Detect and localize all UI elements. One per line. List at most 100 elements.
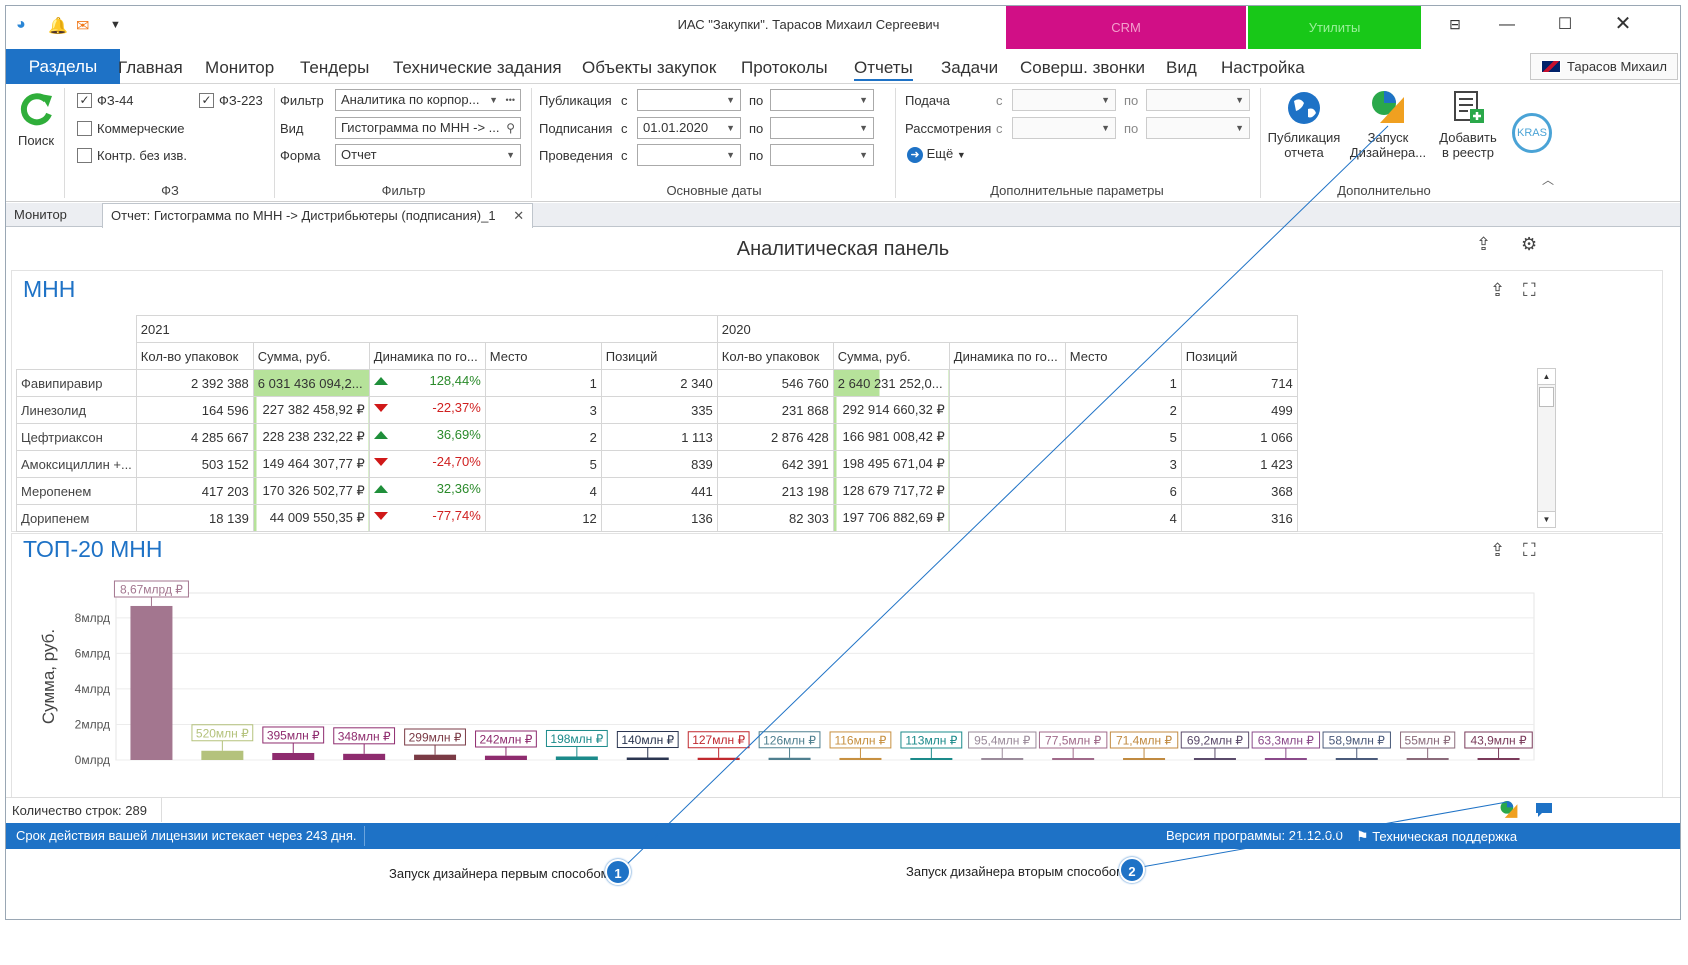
comment-icon[interactable] [1534,801,1554,819]
cell-sum-2021[interactable]: 149 464 307,77 ₽ [252,450,370,478]
cell-qty-2021[interactable]: 417 203 [135,477,254,505]
contr-checkbox[interactable] [77,148,92,163]
cell-sum-2021[interactable]: 227 382 458,92 ₽ [252,396,370,424]
add-to-registry-button[interactable]: Добавить в реестр [1432,89,1504,160]
publish-report-button[interactable]: Публикация отчета [1264,89,1344,160]
cell-qty-2021[interactable]: 503 152 [135,450,254,478]
col-sum-2021[interactable]: Сумма, руб. [252,342,370,370]
cell-qty-2020[interactable]: 231 868 [716,396,834,424]
col-sum-2020[interactable]: Сумма, руб. [832,342,950,370]
tab-monitor[interactable]: Монитор [6,203,75,227]
cell-sum-2020[interactable]: 2 640 231 252,0... [832,369,950,397]
quick-access-dropdown-icon[interactable]: ▼ [110,19,121,31]
hold-from-date[interactable]: ▼ [637,144,741,166]
row-header[interactable]: Цефтриаксон [16,423,137,451]
fz223-checkbox[interactable]: ✓ [199,93,214,108]
cell-qty-2020[interactable]: 642 391 [716,450,834,478]
cell-place-2021[interactable]: 2 [484,423,602,451]
table-row[interactable]: Амоксициллин +... 503 152 149 464 307,77 ₽… [16,450,1298,478]
cell-pos-2020[interactable]: 499 [1180,396,1298,424]
cell-dyn-2020[interactable] [948,477,1066,505]
cell-qty-2021[interactable]: 4 285 667 [135,423,254,451]
cell-qty-2020[interactable]: 82 303 [716,504,834,532]
row-header[interactable]: Фавипиравир [16,369,137,397]
sign-from-date[interactable]: 01.01.2020 ▼ [637,117,741,139]
cell-qty-2021[interactable]: 18 139 [135,504,254,532]
menu-tenders[interactable]: Тендеры [300,49,369,84]
cell-dyn-2021[interactable]: 32,36% [368,477,486,505]
cell-place-2020[interactable]: 2 [1064,396,1182,424]
cell-dyn-2021[interactable]: -22,37% [368,396,486,424]
col-qty-2021[interactable]: Кол-во упаковок [135,342,254,370]
form-combo[interactable]: Отчет ▼ [335,144,521,166]
cell-dyn-2020[interactable] [948,504,1066,532]
table-scrollbar[interactable]: ▲ ▼ [1537,368,1556,528]
minimize-button[interactable]: — [1478,6,1536,43]
hold-to-date[interactable]: ▼ [770,144,874,166]
parameters-icon[interactable]: ⚙ [1521,234,1537,255]
menu-tasks[interactable]: Задачи [941,49,998,84]
cell-pos-2021[interactable]: 335 [600,396,718,424]
utilities-button[interactable]: Утилиты [1248,6,1421,49]
cell-sum-2020[interactable]: 128 679 717,72 ₽ [832,477,950,505]
scroll-thumb[interactable] [1539,387,1554,407]
cell-dyn-2021[interactable]: 36,69% [368,423,486,451]
menu-protocols[interactable]: Протоколы [741,49,828,84]
cell-dyn-2020[interactable] [948,396,1066,424]
collapse-ribbon-icon[interactable]: ︿ [1542,171,1554,188]
col-qty-2020[interactable]: Кол-во упаковок [716,342,834,370]
col-dyn-2020[interactable]: Динамика по го... [948,342,1066,370]
cell-place-2021[interactable]: 12 [484,504,602,532]
cell-pos-2020[interactable]: 368 [1180,477,1298,505]
col-pos-2020[interactable]: Позиций [1180,342,1298,370]
cell-pos-2021[interactable]: 136 [600,504,718,532]
cell-dyn-2020[interactable] [948,423,1066,451]
fullscreen-icon[interactable]: ⛶ [1523,540,1536,561]
cell-sum-2020[interactable]: 292 914 660,32 ₽ [832,396,950,424]
commercial-checkbox[interactable] [77,121,92,136]
close-button[interactable]: ✕ [1594,6,1652,43]
cell-pos-2020[interactable]: 1 066 [1180,423,1298,451]
cell-pos-2020[interactable]: 714 [1180,369,1298,397]
table-row[interactable]: Линезолид 164 596 227 382 458,92 ₽ -22,37% 3… [16,396,1298,424]
crm-button[interactable]: CRM [1006,6,1246,49]
export-icon[interactable]: ⇪ [1490,280,1505,301]
search-button[interactable]: Поиск [10,90,62,148]
fullscreen-icon[interactable]: ⛶ [1523,280,1536,301]
table-row[interactable]: Меропенем 417 203 170 326 502,77 ₽32,36% 4 4… [16,477,1298,505]
bell-icon[interactable]: 🔔 [48,16,68,36]
cell-qty-2021[interactable]: 2 392 388 [135,369,254,397]
ribbon-display-options-icon[interactable]: ⊟ [1426,6,1484,43]
cell-pos-2020[interactable]: 1 423 [1180,450,1298,478]
view-combo[interactable]: Гистограмма по МНН -> ... ⚲ [335,117,521,139]
cell-place-2020[interactable]: 6 [1064,477,1182,505]
cell-pos-2020[interactable]: 316 [1180,504,1298,532]
cell-qty-2020[interactable]: 2 876 428 [716,423,834,451]
menu-calls[interactable]: Соверш. звонки [1020,49,1145,84]
fz44-checkbox[interactable]: ✓ [77,93,92,108]
close-tab-icon[interactable]: ✕ [513,208,524,223]
row-header[interactable]: Меропенем [16,477,137,505]
export-icon[interactable]: ⇪ [1490,540,1505,561]
review-to-date[interactable]: ▼ [1146,117,1250,139]
cell-dyn-2021[interactable]: -77,74% [368,504,486,532]
cell-place-2020[interactable]: 5 [1064,423,1182,451]
designer-icon[interactable] [1498,800,1520,820]
menu-tech-tasks[interactable]: Технические задания [393,49,562,84]
cell-qty-2020[interactable]: 546 760 [716,369,834,397]
more-button[interactable]: ➜ Ещё ▼ [907,146,966,163]
maximize-button[interactable]: ☐ [1536,6,1594,43]
support-link[interactable]: ⚑ Техническая поддержка [1356,823,1517,850]
col-pos-2021[interactable]: Позиций [600,342,718,370]
cell-place-2020[interactable]: 4 [1064,504,1182,532]
cell-sum-2021[interactable]: 170 326 502,77 ₽ [252,477,370,505]
menu-monitor[interactable]: Монитор [205,49,274,84]
cell-pos-2021[interactable]: 1 113 [600,423,718,451]
launch-designer-button[interactable]: Запуск Дизайнера... [1346,89,1430,160]
pub-to-date[interactable]: ▼ [770,89,874,111]
cell-dyn-2020[interactable] [948,450,1066,478]
more-icon[interactable]: ••• [506,90,515,110]
submit-from-date[interactable]: ▼ [1012,89,1116,111]
menu-reports[interactable]: Отчеты [854,49,913,81]
cell-pos-2021[interactable]: 2 340 [600,369,718,397]
